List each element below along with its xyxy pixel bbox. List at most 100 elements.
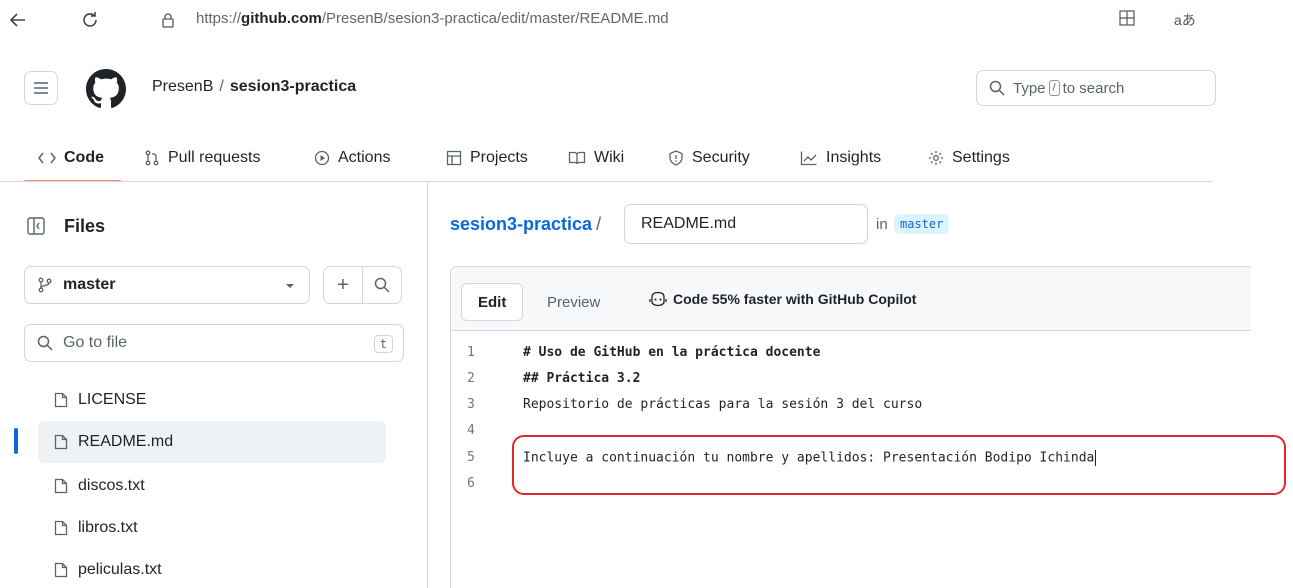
add-file-button[interactable]: + bbox=[323, 266, 363, 304]
path-separator: / bbox=[219, 78, 224, 95]
go-to-file-placeholder: Go to file bbox=[63, 334, 128, 351]
file-item-discos[interactable]: discos.txt bbox=[38, 465, 386, 507]
branch-icon bbox=[38, 277, 52, 293]
url-prefix: https:// bbox=[196, 10, 242, 27]
tab-settings-label: Settings bbox=[952, 149, 1010, 166]
repo-breadcrumb: PresenB / sesion3-practica bbox=[152, 78, 356, 96]
address-bar[interactable]: https://github.com/PresenB/sesion3-pract… bbox=[196, 10, 669, 27]
file-item-libros[interactable]: libros.txt bbox=[38, 507, 386, 549]
tab-security-label: Security bbox=[692, 149, 750, 166]
search-files-button[interactable] bbox=[362, 266, 402, 304]
line-number: 4 bbox=[467, 423, 475, 438]
browser-toolbar: https://github.com/PresenB/sesion3-pract… bbox=[0, 0, 1293, 40]
tab-projects[interactable]: Projects bbox=[446, 140, 528, 176]
reload-icon[interactable] bbox=[78, 8, 102, 32]
line-content: # Uso de GitHub en la práctica docente bbox=[523, 345, 821, 360]
gear-icon bbox=[929, 151, 943, 165]
file-icon bbox=[54, 392, 68, 408]
play-icon bbox=[314, 150, 330, 166]
collapse-sidebar-icon[interactable] bbox=[26, 216, 46, 236]
book-icon bbox=[568, 151, 586, 165]
table-icon bbox=[446, 150, 462, 166]
search-shortcut-key: / bbox=[1048, 80, 1060, 96]
line-number: 3 bbox=[467, 397, 475, 412]
tab-projects-label: Projects bbox=[470, 149, 528, 166]
github-logo-icon[interactable] bbox=[86, 69, 126, 109]
menu-button[interactable] bbox=[24, 71, 58, 105]
tab-settings[interactable]: Settings bbox=[928, 140, 1010, 176]
line-number: 5 bbox=[467, 450, 475, 465]
file-tree-sidebar: Files master + Go to file t LICENSE READ… bbox=[0, 182, 428, 588]
back-arrow-icon[interactable] bbox=[6, 8, 30, 32]
in-branch-text: in bbox=[876, 216, 888, 233]
go-to-file-input[interactable]: Go to file t bbox=[24, 324, 404, 362]
file-icon bbox=[54, 520, 68, 536]
selected-file-indicator bbox=[14, 428, 18, 454]
tab-edit[interactable]: Edit bbox=[461, 283, 524, 321]
edit-breadcrumb: sesion3-practica / bbox=[450, 204, 607, 244]
line-number: 6 bbox=[467, 476, 475, 491]
url-path: /PresenB/sesion3-practica/edit/master/RE… bbox=[321, 10, 669, 27]
file-icon bbox=[54, 562, 68, 578]
tab-insights[interactable]: Insights bbox=[800, 140, 881, 176]
tab-actions[interactable]: Actions bbox=[314, 140, 390, 176]
repo-link[interactable]: sesion3-practica bbox=[230, 78, 356, 95]
search-placeholder-start: Type bbox=[1013, 79, 1046, 97]
url-host: github.com bbox=[241, 10, 322, 27]
github-header: PresenB / sesion3-practica Type / to searc… bbox=[0, 54, 1216, 124]
pull-request-icon bbox=[145, 150, 159, 166]
apps-grid-icon[interactable] bbox=[1118, 9, 1138, 29]
tab-insights-label: Insights bbox=[826, 149, 882, 166]
line-number: 2 bbox=[467, 371, 475, 386]
breadcrumb-separator: / bbox=[596, 213, 602, 234]
code-icon bbox=[38, 152, 56, 164]
code-line: 3 Repositorio de prácticas para la sesió… bbox=[451, 397, 1251, 423]
copilot-promo-text: Code 55% faster with GitHub Copilot bbox=[673, 291, 917, 307]
tab-code[interactable]: Code bbox=[38, 140, 104, 176]
line-content: ## Práctica 3.2 bbox=[523, 371, 641, 386]
file-name: discos.txt bbox=[78, 477, 145, 494]
file-name: libros.txt bbox=[78, 519, 138, 536]
file-item-license[interactable]: LICENSE bbox=[38, 379, 386, 421]
search-placeholder-end: to search bbox=[1062, 79, 1125, 97]
tab-wiki-label: Wiki bbox=[594, 149, 625, 166]
copilot-icon bbox=[649, 291, 667, 307]
search-icon bbox=[37, 335, 53, 351]
tab-pull-requests-label: Pull requests bbox=[168, 149, 261, 166]
editor-toolbar: Edit Preview Code 55% faster with GitHub… bbox=[451, 267, 1251, 331]
search-icon bbox=[989, 80, 1005, 96]
file-name: peliculas.txt bbox=[78, 561, 162, 578]
tab-preview[interactable]: Preview bbox=[531, 283, 616, 321]
annotation-highlight-box bbox=[512, 435, 1286, 495]
search-icon bbox=[374, 277, 390, 293]
files-heading: Files bbox=[64, 216, 106, 236]
file-icon bbox=[54, 434, 68, 450]
repo-tabs: Code Pull requests Actions Projects Wiki… bbox=[0, 132, 1213, 182]
file-icon bbox=[54, 478, 68, 494]
owner-link[interactable]: PresenB bbox=[152, 78, 213, 95]
copilot-promo[interactable]: Code 55% faster with GitHub Copilot bbox=[649, 291, 916, 307]
chevron-down-icon bbox=[286, 284, 294, 288]
reader-mode-icon[interactable]: aあ bbox=[1174, 10, 1196, 30]
filename-input[interactable]: README.md bbox=[624, 204, 868, 244]
tab-actions-label: Actions bbox=[338, 149, 391, 166]
code-line: 1 # Uso de GitHub en la práctica docente bbox=[451, 345, 1251, 371]
go-to-file-shortcut: t bbox=[373, 335, 393, 353]
shield-icon bbox=[669, 150, 683, 166]
tab-wiki[interactable]: Wiki bbox=[568, 140, 624, 176]
tab-pull-requests[interactable]: Pull requests bbox=[144, 140, 261, 176]
file-name: README.md bbox=[78, 433, 174, 450]
breadcrumb-repo-link[interactable]: sesion3-practica bbox=[450, 214, 592, 235]
site-info-lock-icon[interactable] bbox=[158, 9, 178, 31]
code-editor: Edit Preview Code 55% faster with GitHub… bbox=[450, 266, 1251, 588]
tab-security[interactable]: Security bbox=[668, 140, 750, 176]
search-input[interactable]: Type / to search bbox=[976, 70, 1216, 106]
branch-selector[interactable]: master bbox=[24, 266, 310, 304]
code-line: 2 ## Práctica 3.2 bbox=[451, 371, 1251, 397]
branch-badge: master bbox=[894, 214, 950, 234]
line-number: 1 bbox=[467, 345, 475, 360]
file-name: LICENSE bbox=[78, 391, 147, 408]
file-item-peliculas[interactable]: peliculas.txt bbox=[38, 549, 386, 588]
file-item-readme[interactable]: README.md bbox=[38, 421, 386, 463]
tab-code-label: Code bbox=[64, 149, 104, 166]
